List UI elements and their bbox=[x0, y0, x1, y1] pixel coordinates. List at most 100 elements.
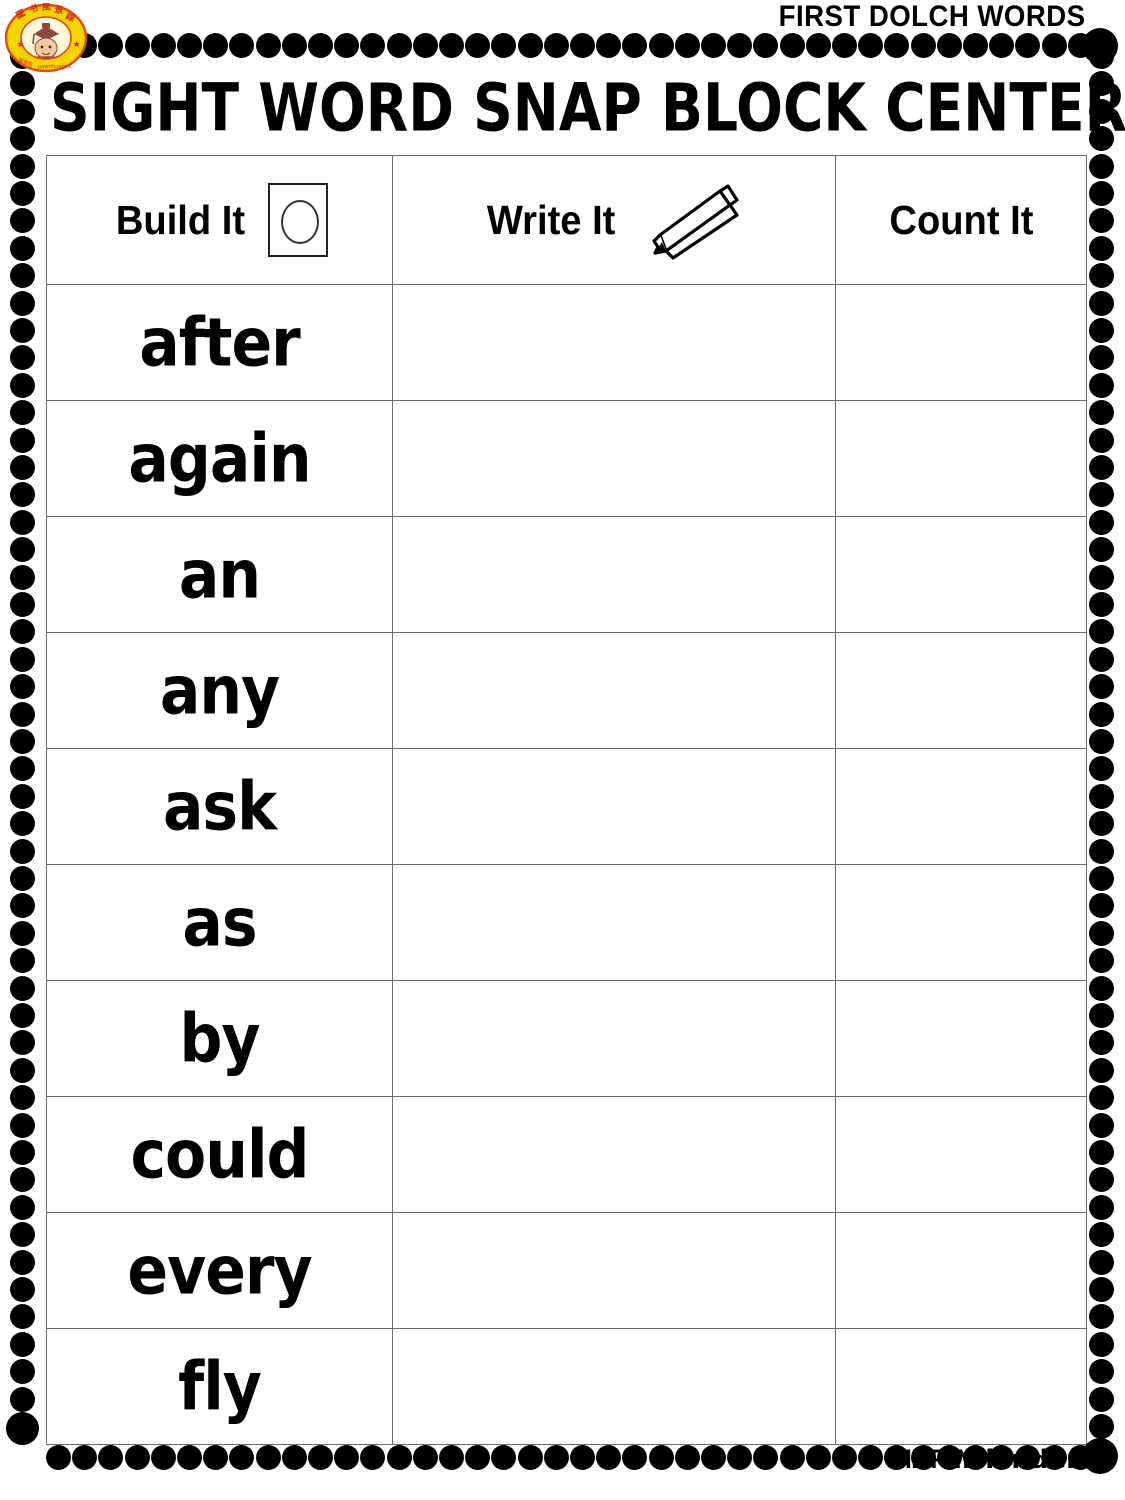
column-header-write-it-label: Write It bbox=[486, 196, 616, 243]
border-bead bbox=[1089, 318, 1114, 343]
border-bead bbox=[517, 1445, 543, 1470]
write-it-answer-cell[interactable] bbox=[392, 284, 836, 401]
border-bead bbox=[491, 1445, 517, 1470]
border-bead bbox=[1089, 427, 1114, 453]
border-bead bbox=[1089, 1194, 1114, 1220]
write-it-answer-cell[interactable] bbox=[392, 632, 836, 749]
count-it-answer-cell[interactable] bbox=[835, 980, 1087, 1097]
sight-word-text: fly bbox=[178, 1347, 262, 1426]
table-row: every bbox=[46, 1212, 1087, 1329]
border-bead bbox=[622, 33, 648, 58]
border-bead bbox=[10, 975, 35, 1001]
border-bead bbox=[622, 1445, 648, 1470]
border-bead bbox=[203, 1445, 229, 1470]
sight-word-text: again bbox=[128, 419, 311, 498]
border-bead bbox=[570, 1445, 595, 1470]
border-bead bbox=[1089, 290, 1114, 316]
border-bead bbox=[1089, 564, 1114, 590]
border-bead bbox=[10, 1057, 35, 1083]
border-bead bbox=[465, 33, 491, 58]
table-row: after bbox=[46, 284, 1087, 401]
border-bead bbox=[1089, 1331, 1114, 1357]
write-it-answer-cell[interactable] bbox=[392, 1212, 836, 1329]
border-bead bbox=[10, 592, 35, 617]
border-bead bbox=[858, 33, 884, 58]
border-bead bbox=[1089, 153, 1114, 179]
border-bead bbox=[1089, 1112, 1114, 1138]
border-bead bbox=[10, 1331, 35, 1357]
border-bead bbox=[1041, 33, 1067, 58]
brand-secondary: kinder bbox=[985, 1445, 1079, 1475]
write-it-answer-cell[interactable] bbox=[392, 864, 836, 981]
table-body: after again an any ask as by could every fly bbox=[46, 284, 1087, 1445]
border-bead bbox=[1089, 372, 1114, 398]
border-bead bbox=[10, 509, 35, 535]
border-bead bbox=[1089, 235, 1114, 261]
table-row: by bbox=[46, 980, 1087, 1097]
border-bead bbox=[10, 126, 35, 152]
border-bead bbox=[596, 33, 622, 58]
border-bead bbox=[308, 1445, 333, 1470]
border-bead bbox=[963, 33, 988, 58]
border-bead bbox=[1089, 455, 1114, 480]
border-bead bbox=[177, 1445, 202, 1470]
border-bead bbox=[10, 153, 35, 179]
border-bead bbox=[648, 1445, 674, 1470]
border-bead bbox=[10, 1112, 35, 1138]
sight-word-cell: after bbox=[46, 284, 393, 401]
border-bead bbox=[1089, 811, 1114, 837]
write-it-answer-cell[interactable] bbox=[392, 980, 836, 1097]
write-it-answer-cell[interactable] bbox=[392, 1096, 836, 1213]
border-bead bbox=[1089, 181, 1114, 206]
border-bead bbox=[10, 400, 35, 426]
border-bead bbox=[10, 893, 35, 919]
border-bead bbox=[1089, 1304, 1114, 1330]
count-it-answer-cell[interactable] bbox=[835, 1212, 1087, 1329]
border-bead bbox=[753, 33, 779, 58]
count-it-answer-cell[interactable] bbox=[835, 632, 1087, 749]
table-row: again bbox=[46, 400, 1087, 517]
border-bead bbox=[10, 1359, 35, 1385]
border-bead bbox=[360, 33, 386, 58]
sight-word-cell: any bbox=[46, 632, 393, 749]
border-bead bbox=[805, 33, 831, 58]
write-it-answer-cell[interactable] bbox=[392, 400, 836, 517]
copyright-symbol: © bbox=[856, 1445, 883, 1475]
border-bead bbox=[439, 1445, 464, 1470]
border-bead bbox=[10, 866, 35, 891]
border-bead bbox=[1089, 400, 1114, 426]
border-bead bbox=[1089, 756, 1114, 782]
write-it-answer-cell[interactable] bbox=[392, 1328, 836, 1445]
border-bead bbox=[465, 1445, 491, 1470]
count-it-answer-cell[interactable] bbox=[835, 1328, 1087, 1445]
publisher-logo: 圖 书 風 景 線 圖書館 pawrlfurensis bbox=[4, 2, 88, 73]
border-bead bbox=[10, 1277, 35, 1302]
write-it-answer-cell[interactable] bbox=[392, 516, 836, 633]
border-bead bbox=[229, 1445, 255, 1470]
write-it-answer-cell[interactable] bbox=[392, 748, 836, 865]
border-bead bbox=[570, 33, 595, 58]
border-bead bbox=[1089, 701, 1114, 727]
count-it-answer-cell[interactable] bbox=[835, 864, 1087, 981]
count-it-answer-cell[interactable] bbox=[835, 516, 1087, 633]
border-bead bbox=[10, 1304, 35, 1330]
border-bead bbox=[10, 701, 35, 727]
border-bead bbox=[10, 181, 35, 206]
border-bead bbox=[779, 33, 805, 58]
sight-word-cell: as bbox=[46, 864, 393, 981]
border-bead bbox=[203, 33, 229, 58]
border-bead bbox=[517, 33, 543, 58]
border-bead bbox=[10, 619, 35, 645]
border-bead bbox=[648, 33, 674, 58]
border-bead bbox=[543, 1445, 569, 1470]
count-it-answer-cell[interactable] bbox=[835, 748, 1087, 865]
border-bead bbox=[727, 33, 753, 58]
border-bead bbox=[832, 1445, 857, 1470]
count-it-answer-cell[interactable] bbox=[835, 284, 1087, 401]
count-it-answer-cell[interactable] bbox=[835, 400, 1087, 517]
border-bead bbox=[10, 71, 35, 97]
count-it-answer-cell[interactable] bbox=[835, 1096, 1087, 1213]
sight-word-text: every bbox=[127, 1231, 312, 1310]
border-bead bbox=[177, 33, 202, 58]
border-bead bbox=[10, 318, 35, 343]
